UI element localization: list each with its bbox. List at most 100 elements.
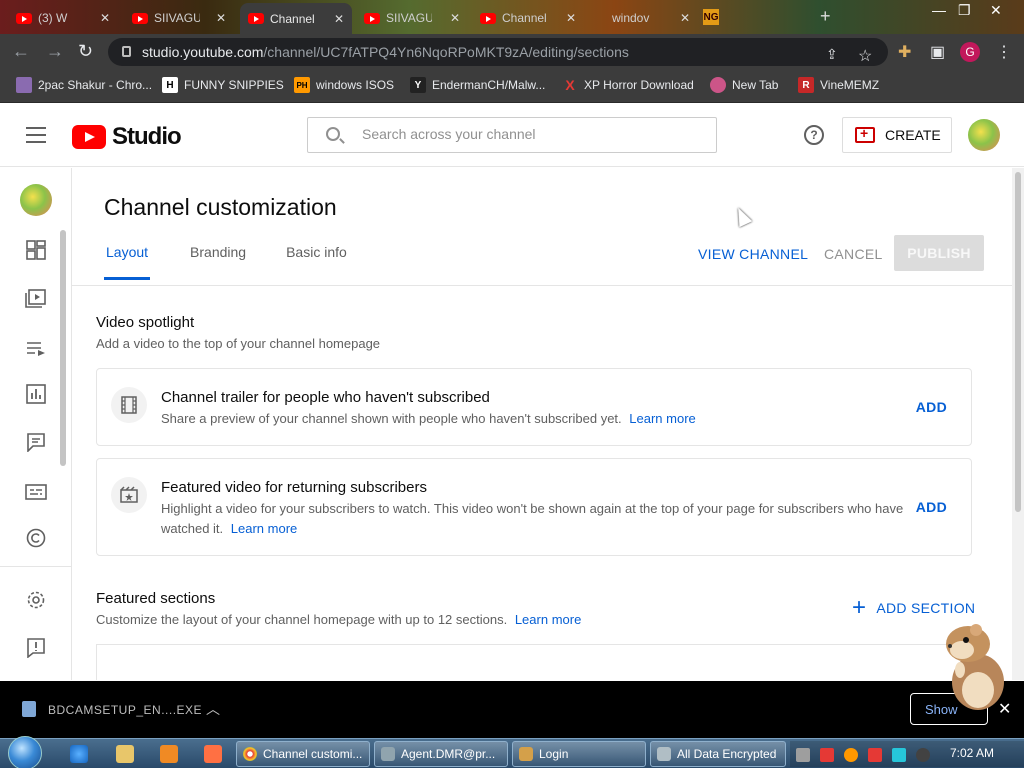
card-description: Share a preview of your channel shown wi… (161, 409, 911, 429)
learn-more-link[interactable]: Learn more (629, 411, 695, 426)
send-feedback-icon[interactable] (25, 638, 47, 658)
browser-tab-active[interactable]: Channel ✕ (240, 3, 352, 34)
tab-title: Channel (502, 11, 547, 25)
close-tab-icon[interactable]: ✕ (680, 11, 690, 25)
reload-icon[interactable]: ↻ (78, 41, 93, 62)
bookmark-item[interactable]: R VineMEMZ (798, 77, 879, 93)
media-player-icon[interactable] (160, 745, 178, 763)
hamburger-menu-icon[interactable] (26, 127, 46, 143)
file-explorer-icon[interactable] (116, 745, 134, 763)
restore-icon[interactable]: ❐ (958, 2, 971, 19)
extensions-icon[interactable]: ✚ (898, 42, 911, 62)
analytics-icon[interactable] (25, 384, 47, 404)
tab-branding[interactable]: Branding (190, 244, 246, 280)
card-title: Featured video for returning subscribers (161, 479, 427, 496)
tray-monitor-icon[interactable] (892, 748, 906, 762)
bookmark-label: windows ISOS (316, 78, 395, 92)
dashboard-icon[interactable] (25, 240, 47, 260)
close-tab-icon[interactable]: ✕ (100, 11, 110, 25)
tray-search-icon[interactable] (844, 748, 858, 762)
bookmark-star-icon[interactable]: ☆ (858, 46, 872, 66)
video-spotlight-title: Video spotlight (96, 314, 195, 331)
settings-gear-icon[interactable] (25, 590, 47, 610)
playlists-icon[interactable] (25, 338, 47, 358)
view-channel-button[interactable]: VIEW CHANNEL (698, 246, 808, 262)
share-icon[interactable]: ⇪ (826, 46, 838, 63)
featured-video-card: Featured video for returning subscribers… (96, 458, 972, 556)
card-description: Highlight a video for your subscribers t… (161, 499, 911, 539)
side-panel-icon[interactable]: ▣ (930, 42, 945, 62)
bookmark-icon: Y (410, 77, 426, 93)
close-tab-icon[interactable]: ✕ (450, 11, 460, 25)
taskbar-item-login[interactable]: Login (512, 741, 646, 767)
bookmark-item[interactable]: X XP Horror Download (562, 77, 694, 93)
tray-app-icon[interactable] (796, 748, 810, 762)
tab-title: SIIVAGU (154, 11, 200, 25)
create-label: CREATE (885, 127, 941, 143)
tab-title: SIIVAGU (386, 11, 432, 25)
url-text: studio.youtube.com/channel/UC7fATPQ4Yn6N… (142, 44, 629, 60)
minimize-icon[interactable]: — (932, 2, 946, 18)
tab-basic-info[interactable]: Basic info (286, 244, 347, 280)
menu-kebab-icon[interactable]: ⋮ (996, 42, 1012, 62)
bookmark-item[interactable]: H FUNNY SNIPPIES (162, 77, 284, 93)
tab-layout[interactable]: Layout (104, 244, 151, 280)
back-icon[interactable]: ← (12, 41, 30, 62)
sidebar-divider (0, 566, 71, 567)
learn-more-link[interactable]: Learn more (231, 521, 297, 536)
tab-title: Channel (270, 11, 315, 26)
account-avatar[interactable] (968, 119, 1000, 151)
tray-flag-icon[interactable] (868, 748, 882, 762)
bookmark-item[interactable]: Y EndermanCH/Malw... (410, 77, 545, 93)
bookmark-label: New Tab (732, 78, 779, 92)
bookmark-item[interactable]: PH windows ISOS (294, 77, 394, 93)
search-box[interactable] (307, 117, 717, 153)
browser-tab[interactable]: SIIVAGU ✕ (356, 4, 468, 32)
internet-explorer-icon[interactable] (70, 745, 88, 763)
address-bar: ← → ↻ studio.youtube.com/channel/UC7fATP… (0, 34, 1024, 70)
start-button[interactable] (8, 736, 42, 768)
add-featured-video-button[interactable]: ADD (916, 499, 947, 515)
close-tab-icon[interactable]: ✕ (566, 11, 576, 25)
cancel-button[interactable]: CANCEL (824, 246, 883, 262)
browser-tab[interactable]: windov ✕ (588, 4, 698, 32)
taskbar-item-chrome[interactable]: Channel customi... (236, 741, 370, 767)
url-field[interactable]: studio.youtube.com/channel/UC7fATPQ4Yn6N… (108, 38, 888, 66)
browser-tab[interactable]: (3) W ✕ (8, 4, 118, 32)
channel-avatar[interactable] (20, 184, 52, 216)
close-tab-icon[interactable]: ✕ (216, 11, 226, 25)
copyright-icon[interactable] (25, 528, 47, 548)
bookmark-item[interactable]: 2pac Shakur - Chro... (16, 77, 152, 93)
studio-logo[interactable]: Studio (72, 123, 182, 151)
search-input[interactable] (362, 126, 702, 142)
taskbar-clock[interactable]: 7:02 AM (950, 746, 994, 760)
browser-tab[interactable]: Channel ✕ (472, 4, 584, 32)
publish-button[interactable]: PUBLISH (894, 235, 984, 271)
bookmark-item[interactable]: New Tab (710, 77, 778, 93)
ng-tab-icon[interactable]: NG (703, 9, 719, 25)
comments-icon[interactable] (25, 432, 47, 452)
forward-icon[interactable]: → (46, 41, 64, 62)
help-icon[interactable]: ? (804, 125, 824, 145)
sidebar-scrollbar[interactable] (60, 230, 66, 466)
learn-more-link[interactable]: Learn more (515, 612, 581, 627)
profile-avatar[interactable]: G (960, 42, 980, 62)
tray-v-icon[interactable] (820, 748, 834, 762)
main-scrollbar[interactable] (1012, 168, 1024, 680)
subtitles-icon[interactable] (25, 482, 47, 502)
scrollbar-thumb[interactable] (1015, 172, 1021, 512)
content-icon[interactable] (25, 288, 47, 308)
close-tab-icon[interactable]: ✕ (334, 12, 344, 26)
chevron-up-icon[interactable]: ︿ (206, 699, 220, 719)
close-window-icon[interactable]: ✕ (990, 2, 1002, 19)
create-button[interactable]: CREATE (842, 117, 952, 153)
taskbar-item-encrypted[interactable]: All Data Encrypted (650, 741, 786, 767)
add-trailer-button[interactable]: ADD (916, 399, 947, 415)
taskbar-item-agent[interactable]: Agent.DMR@pr... (374, 741, 508, 767)
tray-volume-icon[interactable] (916, 748, 930, 762)
new-tab-button[interactable]: + (820, 6, 831, 27)
app-shortcut-icon[interactable] (204, 745, 222, 763)
bookmark-label: XP Horror Download (584, 78, 694, 92)
browser-tab[interactable]: SIIVAGU ✕ (124, 4, 234, 32)
download-filename[interactable]: BDCAMSETUP_EN....EXE (48, 703, 202, 717)
